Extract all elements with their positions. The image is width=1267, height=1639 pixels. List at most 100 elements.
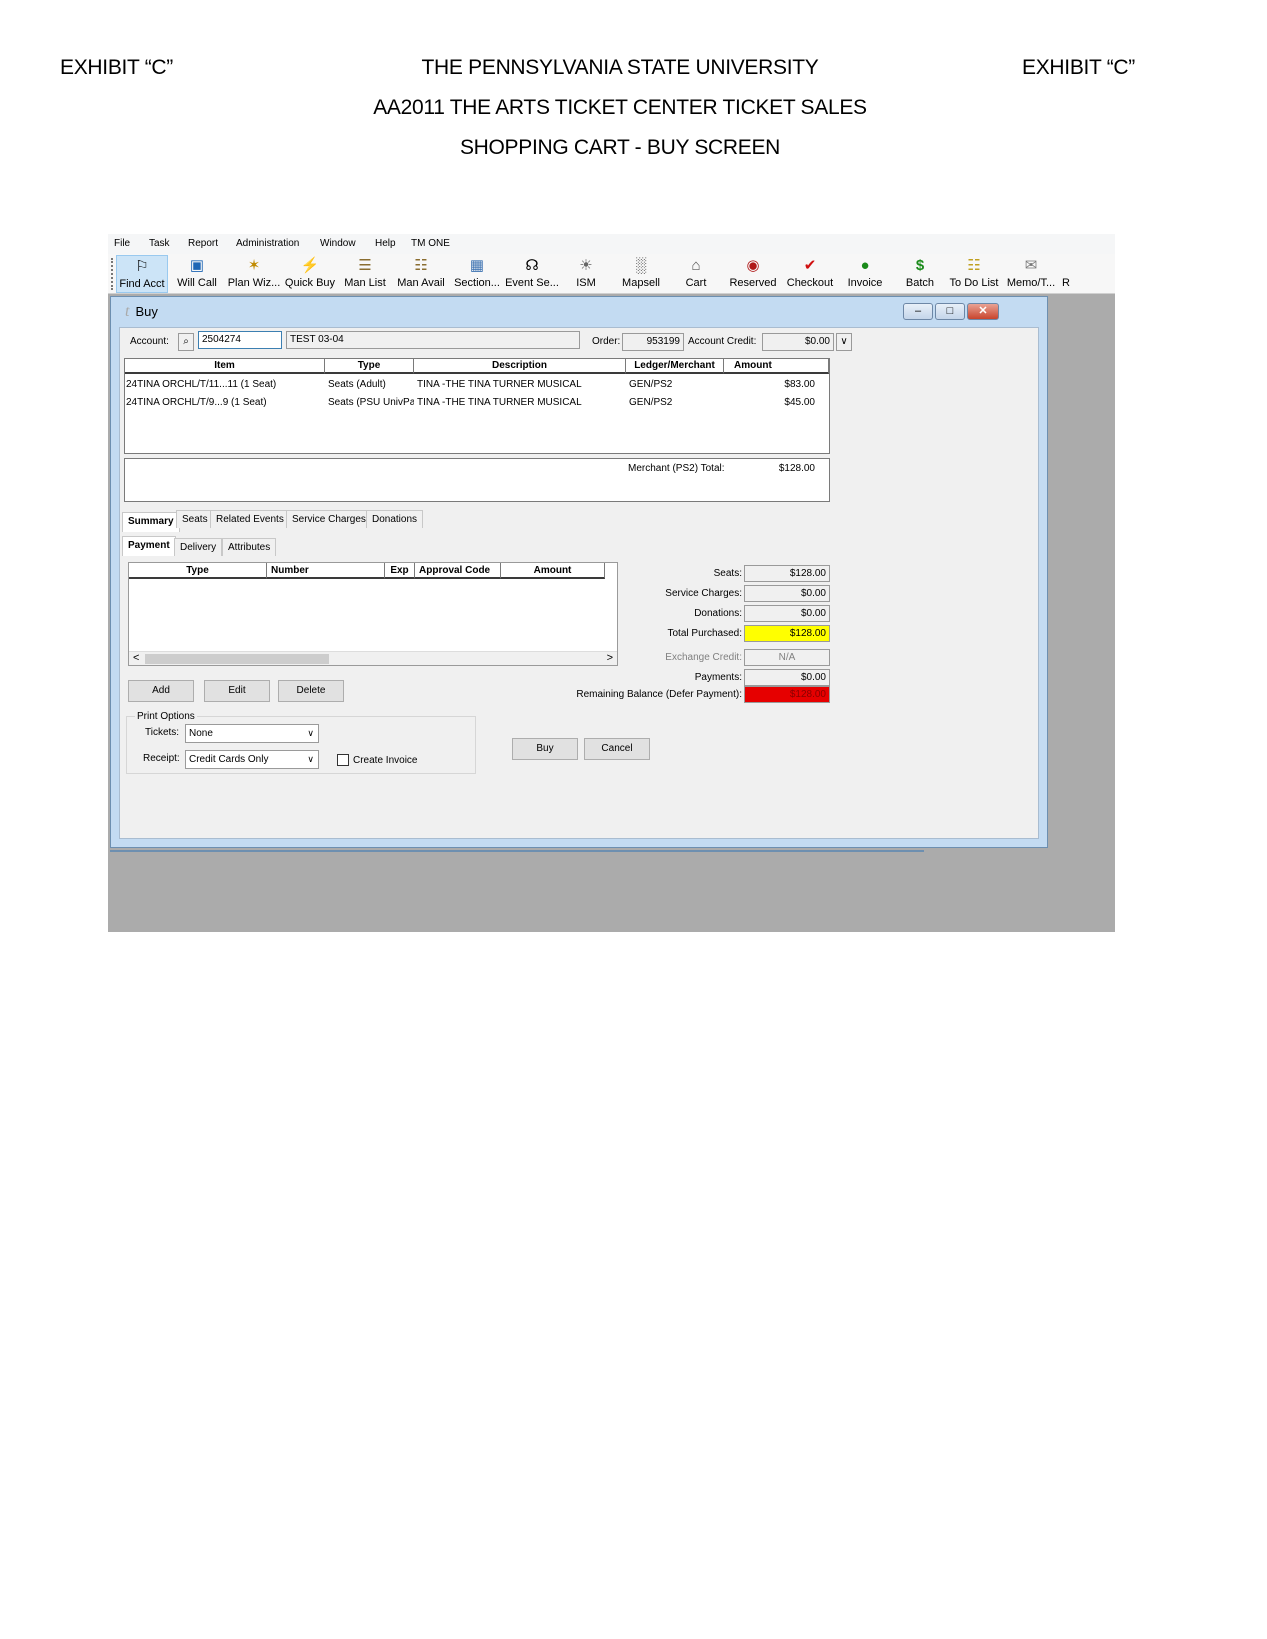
print-options-title: Print Options	[135, 711, 197, 722]
create-invoice-checkbox[interactable]	[337, 754, 349, 766]
payment-column-type[interactable]: Type	[129, 563, 267, 579]
account-credit-dropdown[interactable]: ∨	[836, 333, 852, 351]
tickets-select-value: None	[189, 728, 213, 739]
chevron-down-icon: ∨	[307, 754, 314, 764]
remaining-balance-field: $128.00	[744, 686, 830, 703]
item-row-1-ledger[interactable]: GEN/PS2	[629, 379, 719, 390]
service-charges-field: $0.00	[744, 585, 830, 602]
item-row-2-item[interactable]: 24TINA ORCHL/T/9...9 (1 Seat)	[126, 397, 324, 408]
toolbar-label: Invoice	[847, 277, 883, 289]
toolbar-will-call[interactable]: ▣ Will Call	[172, 255, 222, 293]
toolbar-section[interactable]: ▦ Section...	[452, 255, 502, 293]
column-header-ledger[interactable]: Ledger/Merchant	[626, 359, 724, 374]
item-row-1-item[interactable]: 24TINA ORCHL/T/11...11 (1 Seat)	[126, 379, 324, 390]
toolbar-todo-list[interactable]: ☷ To Do List	[948, 255, 1000, 293]
toolbar-label: Quick Buy	[284, 277, 336, 289]
column-header-description[interactable]: Description	[414, 359, 626, 374]
payment-column-number[interactable]: Number	[267, 563, 385, 579]
menu-administration[interactable]: Administration	[236, 238, 299, 249]
menu-task[interactable]: Task	[149, 238, 170, 249]
toolbar-grip[interactable]	[111, 258, 114, 290]
scrollbar-thumb[interactable]	[145, 654, 329, 664]
payment-column-amount[interactable]: Amount	[501, 563, 605, 579]
horizontal-scrollbar[interactable]: < >	[129, 651, 617, 665]
tab-summary[interactable]: Summary	[122, 512, 180, 532]
account-number-input[interactable]: 2504274	[198, 331, 282, 349]
toolbar-cart[interactable]: ⌂ Cart	[674, 255, 718, 293]
maximize-button[interactable]: □	[935, 303, 965, 320]
print-options-group: Print Options Tickets: None ∨ Receipt: Cr…	[126, 711, 476, 774]
subtab-payment[interactable]: Payment	[122, 536, 176, 556]
subtab-attributes[interactable]: Attributes	[222, 538, 277, 556]
money-bag-icon: ●	[860, 257, 870, 274]
toolbar-reserved[interactable]: ◉ Reserved	[726, 255, 780, 293]
toolbar-event-search[interactable]: ☊ Event Se...	[504, 255, 560, 293]
toolbar-mapsell[interactable]: ░ Mapsell	[616, 255, 666, 293]
menu-file[interactable]: File	[114, 238, 130, 249]
delete-payment-button[interactable]: Delete	[278, 680, 344, 702]
cancel-button[interactable]: Cancel	[584, 738, 650, 760]
menu-bar: File Task Report Administration Window H…	[108, 234, 1115, 254]
item-row-1-amount[interactable]: $83.00	[725, 379, 815, 390]
order-number-field: 953199	[622, 333, 684, 351]
column-header-amount[interactable]: Amount	[724, 359, 829, 374]
receipt-select[interactable]: Credit Cards Only ∨	[185, 750, 319, 769]
toolbar-label: To Do List	[949, 277, 999, 289]
toolbar-overflow[interactable]: R	[1060, 255, 1072, 293]
column-header-type[interactable]: Type	[325, 359, 414, 374]
find-account-icon: ⚐	[135, 258, 149, 275]
payment-column-exp[interactable]: Exp	[385, 563, 415, 579]
toolbar-invoice[interactable]: ● Invoice	[840, 255, 890, 293]
item-row-1-type[interactable]: Seats (Adult)	[328, 379, 414, 390]
minimize-button[interactable]: –	[903, 303, 933, 320]
item-row-2-type[interactable]: Seats (PSU UnivPar	[328, 397, 414, 408]
mapsell-icon: ░	[635, 257, 647, 274]
toolbar-memo[interactable]: ✉ Memo/T...	[1004, 255, 1058, 293]
toolbar-quick-buy[interactable]: ⚡ Quick Buy	[284, 255, 336, 293]
payment-column-approval[interactable]: Approval Code	[415, 563, 501, 579]
menu-window[interactable]: Window	[320, 238, 356, 249]
add-payment-button[interactable]: Add	[128, 680, 194, 702]
main-toolbar: ⚐ Find Acct ▣ Will Call ✶ Plan Wiz... ⚡ Quic…	[108, 254, 1115, 294]
toolbar-ism[interactable]: ☀ ISM	[566, 255, 606, 293]
toolbar-plan-wizard[interactable]: ✶ Plan Wiz...	[226, 255, 282, 293]
item-row-2-ledger[interactable]: GEN/PS2	[629, 397, 719, 408]
toolbar-label: ISM	[576, 277, 596, 289]
toolbar-checkout[interactable]: ✔ Checkout	[784, 255, 836, 293]
merchant-total-value: $128.00	[778, 463, 815, 474]
close-button[interactable]: ✕	[967, 303, 999, 320]
toolbar-find-acct[interactable]: ⚐ Find Acct	[116, 255, 168, 293]
donations-field: $0.00	[744, 605, 830, 622]
column-header-item[interactable]: Item	[125, 359, 325, 374]
order-label: Order:	[592, 336, 621, 347]
toolbar-label: Memo/T...	[1006, 277, 1056, 289]
tab-service-charges[interactable]: Service Charges	[286, 510, 372, 528]
tickets-select[interactable]: None ∨	[185, 724, 319, 743]
item-row-1-description[interactable]: TINA -THE TINA TURNER MUSICAL	[417, 379, 623, 390]
menu-help[interactable]: Help	[375, 238, 396, 249]
tab-donations[interactable]: Donations	[366, 510, 424, 528]
merchant-total-panel: Merchant (PS2) Total: $128.00	[124, 458, 830, 502]
toolbar-label: Plan Wiz...	[227, 277, 281, 289]
account-search-icon[interactable]: ⌕	[178, 333, 194, 351]
scroll-left-icon[interactable]: <	[133, 652, 139, 664]
scroll-right-icon[interactable]: >	[607, 652, 613, 664]
create-invoice-label[interactable]: Create Invoice	[353, 755, 417, 766]
tickets-label: Tickets:	[145, 727, 180, 738]
subtab-delivery[interactable]: Delivery	[174, 538, 223, 556]
toolbar-label: Find Acct	[119, 278, 165, 290]
toolbar-batch[interactable]: $ Batch	[898, 255, 942, 293]
window-title-text: Buy	[135, 304, 158, 319]
buy-button[interactable]: Buy	[512, 738, 578, 760]
lightning-icon: ⚡	[300, 257, 320, 274]
item-row-2-amount[interactable]: $45.00	[725, 397, 815, 408]
tab-seats[interactable]: Seats	[176, 510, 214, 528]
item-row-2-description[interactable]: TINA -THE TINA TURNER MUSICAL	[417, 397, 623, 408]
will-call-icon: ▣	[189, 257, 205, 274]
menu-tm-one[interactable]: TM ONE	[411, 238, 450, 249]
toolbar-man-avail[interactable]: ☷ Man Avail	[394, 255, 448, 293]
tab-related-events[interactable]: Related Events	[210, 510, 290, 528]
edit-payment-button[interactable]: Edit	[204, 680, 270, 702]
menu-report[interactable]: Report	[188, 238, 218, 249]
toolbar-man-list[interactable]: ☰ Man List	[340, 255, 390, 293]
